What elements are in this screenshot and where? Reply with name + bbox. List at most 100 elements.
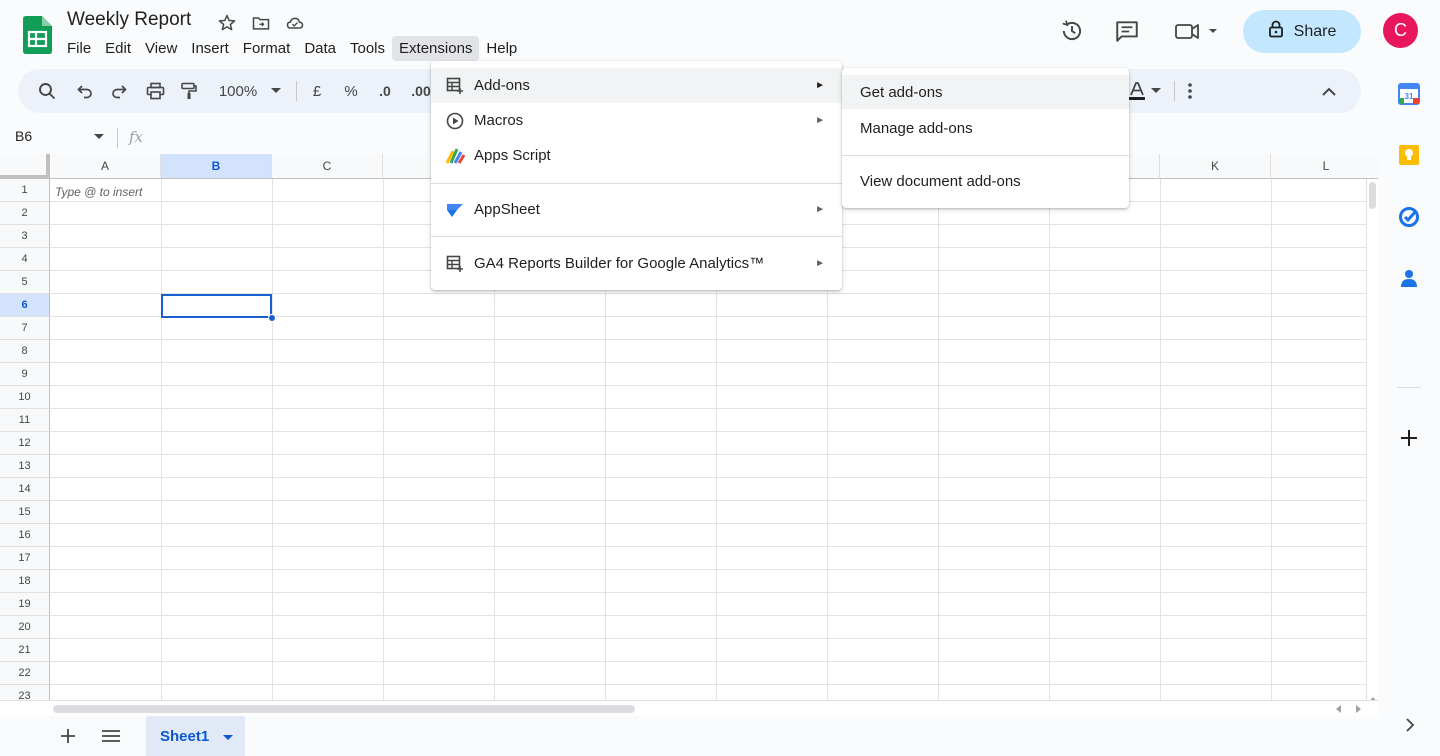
row-header-17[interactable]: 17 — [0, 547, 50, 570]
collapse-toolbar-icon[interactable] — [1318, 80, 1340, 102]
sheet-tab-dropdown-icon[interactable] — [223, 728, 234, 745]
expand-side-panel-icon[interactable] — [1398, 714, 1420, 736]
row-header-20[interactable]: 20 — [0, 616, 50, 639]
star-icon[interactable] — [216, 12, 238, 34]
submenu-arrow-icon: ► — [815, 80, 825, 91]
row-header-7[interactable]: 7 — [0, 317, 50, 340]
row-header-19[interactable]: 19 — [0, 593, 50, 616]
grid-row-line — [50, 362, 1366, 363]
share-button[interactable]: Share — [1243, 10, 1361, 53]
grid-row-line — [50, 408, 1366, 409]
add-sheet-icon[interactable] — [58, 726, 78, 746]
row-header-14[interactable]: 14 — [0, 478, 50, 501]
row-header-1[interactable]: 1 — [0, 179, 50, 202]
menu-file[interactable]: File — [60, 36, 98, 61]
column-header-k[interactable]: K — [1160, 154, 1271, 179]
menu-extensions[interactable]: Extensions — [392, 36, 480, 61]
selected-cell[interactable] — [161, 294, 272, 318]
text-color-dropdown-icon[interactable] — [1149, 80, 1163, 102]
menu-edit[interactable]: Edit — [98, 36, 138, 61]
horizontal-scrollbar[interactable] — [0, 700, 1378, 716]
menu-item-manage-addons[interactable]: Manage add-ons — [842, 111, 1129, 145]
menu-item-ga4-reports-builder[interactable]: GA4 Reports Builder for Google Analytics… — [431, 246, 842, 281]
zoom-value[interactable]: 100% — [214, 80, 262, 102]
sheets-logo-icon[interactable] — [23, 16, 52, 54]
cloud-status-icon[interactable] — [284, 12, 306, 34]
scroll-right-arrow-icon[interactable] — [1356, 705, 1361, 713]
menu-item-addons[interactable]: Add-ons ► — [431, 68, 842, 103]
side-panel: 31 — [1378, 64, 1440, 756]
menu-data[interactable]: Data — [297, 36, 343, 61]
meet-icon[interactable] — [1173, 18, 1221, 44]
menu-view[interactable]: View — [138, 36, 184, 61]
currency-format[interactable]: £ — [306, 80, 328, 102]
row-header-4[interactable]: 4 — [0, 248, 50, 271]
column-header-a[interactable]: A — [50, 154, 161, 179]
column-header-b[interactable]: B — [161, 154, 272, 179]
row-header-21[interactable]: 21 — [0, 639, 50, 662]
search-icon[interactable] — [36, 80, 58, 102]
row-header-15[interactable]: 15 — [0, 501, 50, 524]
row-header-16[interactable]: 16 — [0, 524, 50, 547]
version-history-icon[interactable] — [1059, 18, 1085, 44]
decrease-decimal[interactable]: .0 — [372, 80, 398, 102]
lock-icon — [1268, 20, 1284, 43]
vertical-scrollbar[interactable] — [1366, 179, 1378, 708]
row-header-12[interactable]: 12 — [0, 432, 50, 455]
menu-item-apps-script[interactable]: Apps Script — [431, 138, 842, 173]
cell-a1-hint: Type @ to insert — [55, 185, 143, 199]
row-header-6[interactable]: 6 — [0, 294, 50, 317]
row-header-22[interactable]: 22 — [0, 662, 50, 685]
document-title[interactable]: Weekly Report — [67, 9, 191, 31]
row-header-18[interactable]: 18 — [0, 570, 50, 593]
comments-icon[interactable] — [1114, 18, 1140, 44]
grid-column-line — [383, 179, 384, 708]
more-options-icon[interactable] — [1180, 80, 1200, 102]
name-box[interactable]: B6 — [15, 128, 32, 144]
name-box-dropdown-icon[interactable] — [94, 134, 104, 139]
avatar[interactable]: C — [1383, 13, 1418, 48]
fill-handle[interactable] — [268, 314, 276, 322]
contacts-icon[interactable] — [1398, 267, 1420, 289]
menu-item-view-document-addons[interactable]: View document add-ons — [842, 164, 1129, 198]
sheet-tab-sheet1[interactable]: Sheet1 — [146, 716, 245, 756]
move-to-folder-icon[interactable] — [250, 12, 272, 34]
menu-item-get-addons[interactable]: Get add-ons — [842, 75, 1129, 109]
vertical-scroll-thumb[interactable] — [1369, 182, 1376, 209]
share-label: Share — [1293, 22, 1337, 40]
column-header-l[interactable]: L — [1271, 154, 1378, 179]
percent-format[interactable]: % — [340, 80, 362, 102]
menu-insert[interactable]: Insert — [184, 36, 236, 61]
row-header-5[interactable]: 5 — [0, 271, 50, 294]
row-header-11[interactable]: 11 — [0, 409, 50, 432]
macros-icon — [445, 111, 465, 131]
addons-icon — [445, 76, 465, 96]
undo-icon[interactable] — [74, 80, 96, 102]
menu-item-macros[interactable]: Macros ► — [431, 103, 842, 138]
row-header-3[interactable]: 3 — [0, 225, 50, 248]
print-icon[interactable] — [144, 80, 166, 102]
column-header-c[interactable]: C — [272, 154, 383, 179]
row-header-13[interactable]: 13 — [0, 455, 50, 478]
text-color-icon[interactable] — [1126, 80, 1148, 102]
horizontal-scroll-thumb[interactable] — [53, 705, 635, 713]
menu-item-appsheet[interactable]: AppSheet ► — [431, 192, 842, 227]
row-header-10[interactable]: 10 — [0, 386, 50, 409]
all-sheets-icon[interactable] — [101, 726, 121, 746]
apps-script-icon — [445, 146, 465, 166]
row-header-8[interactable]: 8 — [0, 340, 50, 363]
menu-tools[interactable]: Tools — [343, 36, 392, 61]
zoom-dropdown-icon[interactable] — [268, 80, 284, 102]
keep-icon[interactable] — [1398, 144, 1420, 166]
select-all-corner[interactable] — [0, 154, 50, 179]
redo-icon[interactable] — [108, 80, 130, 102]
paint-format-icon[interactable] — [178, 80, 200, 102]
tasks-icon[interactable] — [1398, 206, 1420, 228]
menu-format[interactable]: Format — [236, 36, 298, 61]
menu-help[interactable]: Help — [479, 36, 524, 61]
row-header-9[interactable]: 9 — [0, 363, 50, 386]
calendar-icon[interactable]: 31 — [1398, 83, 1420, 105]
scroll-left-arrow-icon[interactable] — [1336, 705, 1341, 713]
row-header-2[interactable]: 2 — [0, 202, 50, 225]
get-addons-plus-icon[interactable] — [1398, 427, 1420, 449]
